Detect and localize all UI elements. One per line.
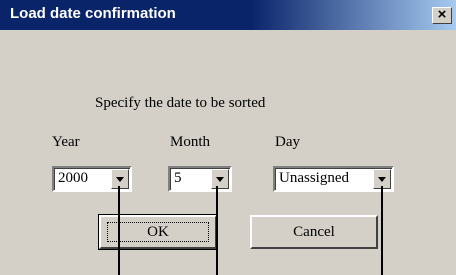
ok-button[interactable]: OK xyxy=(98,214,218,250)
month-label: Month xyxy=(170,134,211,150)
month-dropdown-button[interactable] xyxy=(211,169,229,189)
day-select[interactable]: Unassigned xyxy=(273,166,394,192)
day-label: Day xyxy=(275,134,300,150)
day-select-value: Unassigned xyxy=(279,170,349,186)
close-button[interactable]: × xyxy=(432,7,452,24)
year-select-value: 2000 xyxy=(58,170,88,186)
cancel-button-label: Cancel xyxy=(293,224,335,240)
instruction-text: Specify the date to be sorted xyxy=(95,95,266,111)
month-callout-line xyxy=(216,186,218,275)
window-title: Load date confirmation xyxy=(10,5,176,22)
year-label: Year xyxy=(52,134,80,150)
dropdown-arrow-icon xyxy=(216,177,224,182)
dropdown-arrow-icon xyxy=(116,177,124,182)
month-select[interactable]: 5 xyxy=(168,166,232,192)
title-bar[interactable]: Load date confirmation × xyxy=(0,0,456,30)
cancel-button[interactable]: Cancel xyxy=(250,215,378,249)
year-dropdown-button[interactable] xyxy=(111,169,129,189)
close-icon: × xyxy=(437,6,447,23)
year-callout-line xyxy=(118,186,120,275)
year-select[interactable]: 2000 xyxy=(52,166,132,192)
day-callout-line xyxy=(381,186,383,275)
dropdown-arrow-icon xyxy=(378,177,386,182)
ok-button-label: OK xyxy=(147,224,169,240)
month-select-value: 5 xyxy=(174,170,182,186)
load-date-dialog: Load date confirmation × Specify the dat… xyxy=(0,0,456,275)
